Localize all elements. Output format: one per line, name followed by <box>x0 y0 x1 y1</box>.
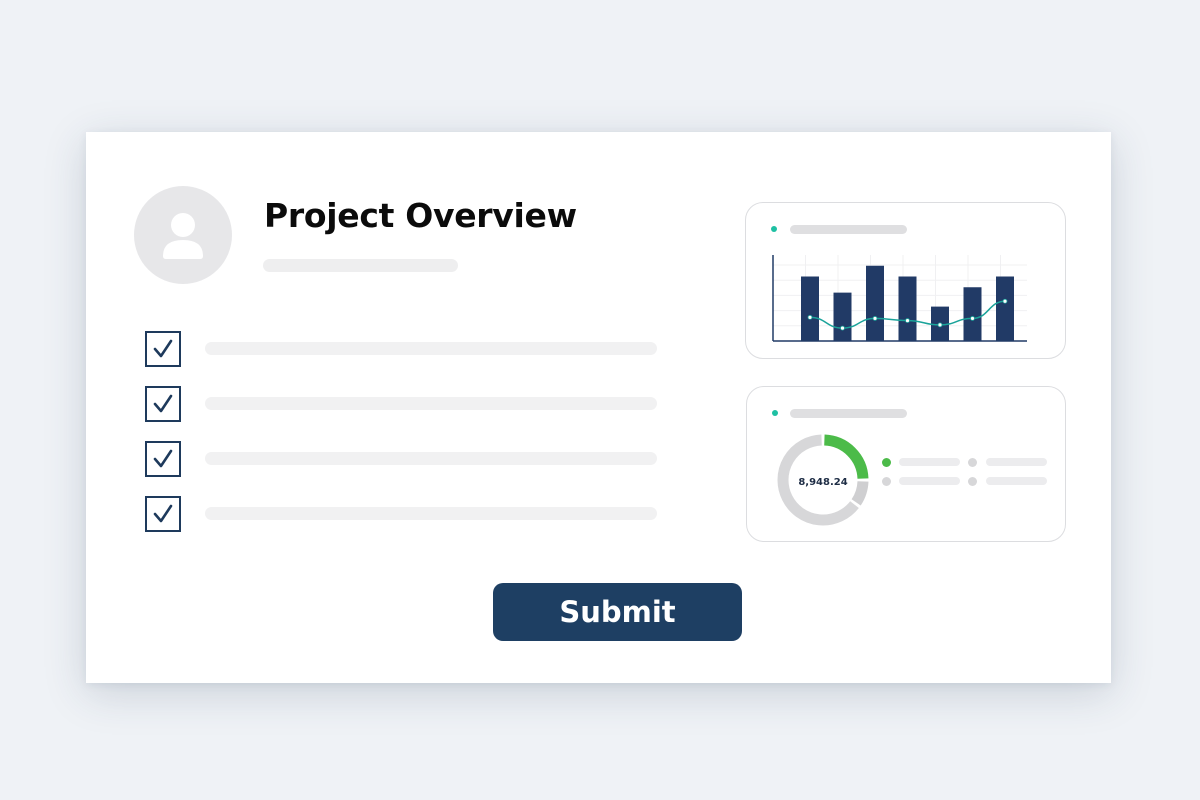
trend-point <box>905 318 910 323</box>
list-item <box>145 386 665 422</box>
donut-center-value: 8,948.24 <box>798 477 847 488</box>
list-item <box>145 331 665 367</box>
project-card: Project Overview Submit 8,948.24 <box>86 132 1111 683</box>
submit-button[interactable]: Submit <box>493 583 742 641</box>
bar <box>996 276 1014 341</box>
donut-segment <box>823 434 869 480</box>
bar-chart-panel <box>745 202 1066 359</box>
dot-icon <box>882 477 891 486</box>
page-title: Project Overview <box>264 196 577 235</box>
list-item <box>145 496 665 532</box>
check-icon <box>153 394 173 413</box>
trend-point <box>872 316 878 321</box>
item-text-placeholder <box>205 397 657 410</box>
item-text-placeholder <box>205 342 657 355</box>
bar <box>801 276 819 341</box>
checkbox[interactable] <box>145 496 181 532</box>
bar <box>898 276 917 341</box>
bar <box>963 287 982 341</box>
bar <box>866 265 884 341</box>
check-icon <box>153 339 173 358</box>
donut-segment <box>851 480 869 506</box>
trend-point <box>1002 298 1008 304</box>
donut-chart-panel: 8,948.24 <box>746 386 1066 542</box>
trend-point <box>937 322 943 328</box>
dot-icon <box>968 458 977 467</box>
legend-label-placeholder <box>899 477 960 485</box>
legend-label-placeholder <box>986 458 1047 466</box>
checkbox[interactable] <box>145 386 181 422</box>
dot-icon <box>968 477 977 486</box>
check-icon <box>153 504 173 523</box>
item-text-placeholder <box>205 507 657 520</box>
avatar[interactable] <box>134 186 232 284</box>
bar-chart <box>772 255 1027 342</box>
item-text-placeholder <box>205 452 657 465</box>
legend-label-placeholder <box>986 477 1047 485</box>
bar <box>833 292 852 341</box>
check-icon <box>153 449 173 468</box>
trend-point <box>970 316 975 321</box>
checkbox[interactable] <box>145 331 181 367</box>
checkbox[interactable] <box>145 441 181 477</box>
trend-point <box>840 325 845 331</box>
list-item <box>145 441 665 477</box>
dot-icon <box>882 458 891 467</box>
legend-label-placeholder <box>899 458 960 466</box>
subtitle-placeholder <box>263 259 458 272</box>
user-icon <box>163 213 203 259</box>
trend-point <box>807 314 813 320</box>
